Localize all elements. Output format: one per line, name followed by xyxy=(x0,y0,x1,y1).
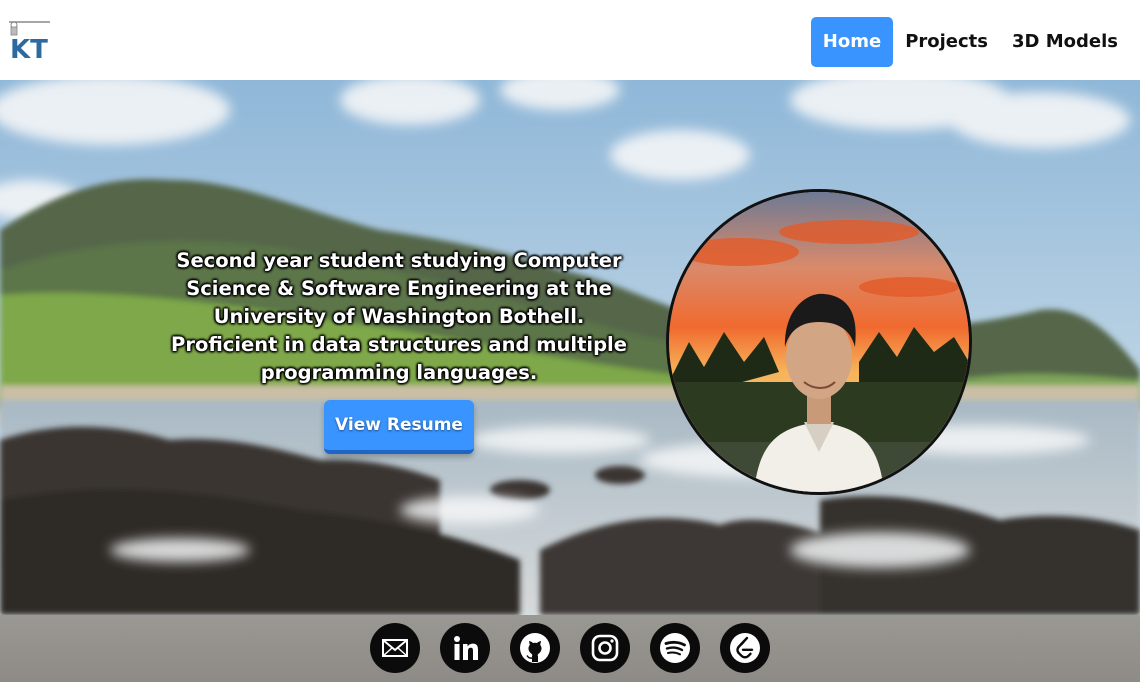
main-nav: Home Projects 3D Models xyxy=(810,17,1130,67)
profile-photo xyxy=(666,189,972,495)
view-resume-button[interactable]: View Resume xyxy=(324,400,474,454)
leetcode-icon[interactable] xyxy=(720,623,770,673)
hero-section: Second year student studying Computer Sc… xyxy=(0,80,1140,615)
social-links xyxy=(370,623,770,673)
nav-home[interactable]: Home xyxy=(810,17,894,67)
site-footer xyxy=(0,615,1140,682)
nav-3d-models[interactable]: 3D Models xyxy=(1000,17,1130,67)
instagram-icon[interactable] xyxy=(580,623,630,673)
bio-text: Second year student studying Computer Sc… xyxy=(171,249,627,384)
spotify-icon[interactable] xyxy=(650,623,700,673)
mail-icon[interactable] xyxy=(370,623,420,673)
github-icon[interactable] xyxy=(510,623,560,673)
nav-projects[interactable]: Projects xyxy=(893,17,1000,67)
logo-text: KT xyxy=(10,35,48,62)
site-logo[interactable]: KT xyxy=(8,18,52,65)
site-header: KT Home Projects 3D Models xyxy=(0,0,1140,80)
linkedin-icon[interactable] xyxy=(440,623,490,673)
